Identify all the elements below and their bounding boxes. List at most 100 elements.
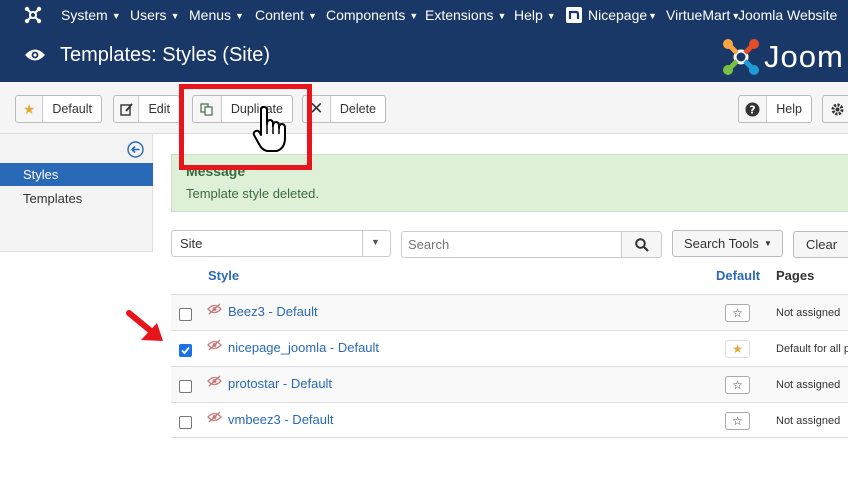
client-select[interactable]: Site ▼ — [171, 230, 391, 257]
brand-wordmark: Joom — [764, 39, 844, 74]
highlight-box — [179, 84, 312, 170]
red-arrow-icon — [126, 310, 163, 341]
eye-slash-icon — [207, 303, 222, 315]
caret-down-icon: ▼ — [648, 11, 658, 21]
caret-down-icon: ▼ — [371, 237, 380, 247]
nicepage-logo-icon — [566, 7, 582, 23]
row-checkbox[interactable] — [179, 380, 192, 393]
select-divider — [362, 231, 363, 256]
sidebar: Styles Templates — [0, 134, 153, 252]
star-outline-icon[interactable]: ☆ — [725, 304, 750, 322]
edit-icon — [114, 96, 140, 122]
default-button-label: Default — [52, 102, 92, 116]
table-row: Beez3 - Default ☆ Not assigned — [171, 294, 848, 330]
menu-nicepage-label: Nicepage — [588, 7, 648, 23]
site-link[interactable]: Joomla Website — [738, 7, 837, 23]
sidebar-item-templates[interactable]: Templates — [0, 187, 153, 210]
pages-value: Not assigned — [776, 307, 841, 319]
edit-button[interactable]: Edit — [113, 95, 180, 123]
menu-help-label: Help — [514, 7, 543, 23]
page-title: Templates: Styles (Site) — [60, 44, 271, 66]
menu-menus[interactable]: Menus ▼ — [189, 7, 244, 23]
star-default-icon: ★ — [725, 340, 750, 358]
search-input[interactable] — [401, 231, 622, 258]
pages-value: Not assigned — [776, 379, 841, 391]
menu-content-label: Content — [255, 7, 305, 23]
row-checkbox[interactable] — [179, 344, 192, 357]
delete-button-label: Delete — [339, 102, 376, 116]
column-header-default[interactable]: Default — [716, 268, 760, 283]
caret-down-icon: ▼ — [111, 11, 121, 21]
gear-icon — [823, 96, 848, 122]
client-select-value: Site — [180, 236, 203, 251]
menu-menus-label: Menus — [189, 7, 232, 23]
hand-cursor-icon — [252, 106, 286, 152]
caret-down-icon: ▼ — [497, 11, 507, 21]
style-name-link[interactable]: nicepage_joomla - Default — [228, 340, 379, 355]
menu-virtuemart[interactable]: VirtueMart▼ — [666, 7, 740, 23]
pages-value: Default for all p — [776, 343, 848, 355]
caret-down-icon: ▼ — [764, 239, 772, 248]
caret-down-icon: ▼ — [546, 11, 556, 21]
menu-components-label: Components — [326, 7, 406, 23]
default-button[interactable]: ★ Default — [15, 95, 102, 123]
options-button[interactable] — [822, 95, 848, 123]
menu-users-label: Users — [130, 7, 167, 23]
joomla-logo-icon[interactable] — [24, 6, 42, 24]
star-icon: ★ — [16, 96, 44, 122]
sidebar-item-label: Styles — [23, 167, 59, 182]
menu-users[interactable]: Users ▼ — [130, 7, 179, 23]
star-outline-icon[interactable]: ☆ — [725, 412, 750, 430]
column-header-style[interactable]: Style — [208, 268, 239, 283]
table-header: Style Default Pages — [171, 258, 848, 294]
sidebar-item-label: Templates — [23, 191, 83, 206]
caret-down-icon: ▼ — [235, 11, 244, 21]
menu-extensions[interactable]: Extensions ▼ — [425, 7, 506, 23]
style-name-link[interactable]: protostar - Default — [228, 376, 332, 391]
search-icon — [635, 238, 649, 252]
caret-down-icon: ▼ — [409, 11, 419, 21]
menu-virtuemart-label: VirtueMart — [666, 7, 731, 23]
table-row: protostar - Default ☆ Not assigned — [171, 366, 848, 402]
edit-button-label: Edit — [148, 102, 170, 116]
eye-slash-icon — [207, 339, 222, 351]
menu-components[interactable]: Components ▼ — [326, 7, 418, 23]
menu-content[interactable]: Content ▼ — [255, 7, 317, 23]
menu-system-label: System — [61, 7, 108, 23]
star-outline-icon[interactable]: ☆ — [725, 376, 750, 394]
question-icon: ? — [739, 96, 768, 122]
svg-text:?: ? — [749, 103, 755, 116]
delete-button[interactable]: ✕ Delete — [302, 95, 386, 123]
message-text: Template style deleted. — [186, 186, 319, 201]
help-button-label: Help — [776, 102, 802, 116]
eye-icon — [24, 48, 46, 62]
menu-system[interactable]: System ▼ — [61, 7, 121, 23]
row-checkbox[interactable] — [179, 416, 192, 429]
admin-menu-bar: System ▼ Users ▼ Menus ▼ Content ▼ Component… — [0, 0, 848, 30]
clear-button[interactable]: Clear — [793, 231, 848, 258]
menu-help[interactable]: Help ▼ — [514, 7, 556, 23]
caret-down-icon: ▼ — [308, 11, 317, 21]
row-checkbox[interactable] — [179, 308, 192, 321]
style-name-link[interactable]: vmbeez3 - Default — [228, 412, 334, 427]
sidebar-item-styles[interactable]: Styles — [0, 163, 153, 186]
pages-value: Not assigned — [776, 415, 841, 427]
help-button[interactable]: ? Help — [738, 95, 812, 123]
site-link-label: Joomla Website — [738, 7, 838, 23]
caret-down-icon: ▼ — [170, 11, 180, 21]
table-row: nicepage_joomla - Default ★ Default for … — [171, 330, 848, 366]
table-row: vmbeez3 - Default ☆ Not assigned — [171, 402, 848, 438]
toolbar: ★ Default Edit Duplicate ✕ Delete ? Help — [0, 82, 848, 134]
eye-slash-icon — [207, 411, 222, 423]
clear-button-label: Clear — [806, 237, 838, 252]
search-tools-button[interactable]: Search Tools ▼ — [672, 230, 783, 257]
page-header: Templates: Styles (Site) Joom — [0, 30, 848, 82]
check-icon — [181, 346, 190, 355]
joomla-brand-logo: Joom — [721, 35, 848, 79]
collapse-sidebar-icon[interactable] — [127, 141, 144, 158]
eye-slash-icon — [207, 375, 222, 387]
style-name-link[interactable]: Beez3 - Default — [228, 304, 318, 319]
search-tools-label: Search Tools — [684, 236, 759, 251]
search-button[interactable] — [621, 231, 662, 258]
menu-nicepage[interactable]: Nicepage▼ — [588, 7, 657, 23]
